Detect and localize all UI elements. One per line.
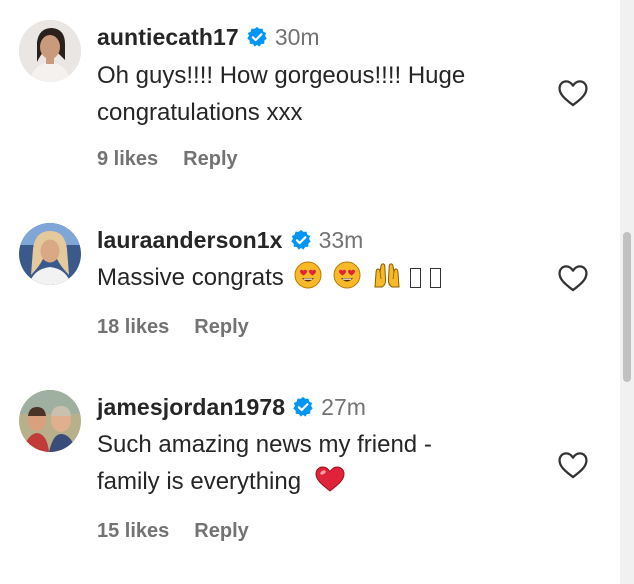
timestamp[interactable]: 33m <box>319 227 364 254</box>
likes-count[interactable]: 18 likes <box>97 316 169 339</box>
comment-header: auntiecath17 30m <box>97 20 320 54</box>
missing-glyph-box <box>410 268 422 288</box>
comment-text-line: Massive congrats <box>97 264 284 291</box>
heart-eyes-emoji <box>333 261 361 300</box>
raising-hands-emoji <box>372 261 402 300</box>
scrollbar[interactable] <box>620 0 634 584</box>
avatar[interactable] <box>19 390 81 452</box>
comment-meta: 18 likes Reply <box>97 316 249 339</box>
reply-button[interactable]: Reply <box>194 520 248 543</box>
red-heart-emoji <box>314 465 346 504</box>
avatar[interactable] <box>19 223 81 285</box>
comment-item: lauraanderson1x 33m Massive congrats 18 … <box>0 223 620 353</box>
comment-text-line: congratulations xxx <box>97 99 303 126</box>
comment-text-line: family is everything <box>97 468 302 495</box>
username[interactable]: lauraanderson1x <box>97 227 283 254</box>
like-heart-icon[interactable] <box>556 261 590 295</box>
verified-badge-icon <box>246 26 268 48</box>
comment-meta: 9 likes Reply <box>97 148 238 171</box>
verified-badge-icon <box>292 396 314 418</box>
likes-count[interactable]: 9 likes <box>97 148 158 171</box>
comment-item: jamesjordan1978 27m Such amazing news my… <box>0 390 620 560</box>
username[interactable]: auntiecath17 <box>97 24 239 51</box>
heart-eyes-emoji <box>294 261 322 300</box>
comment-text: Massive congrats <box>97 259 442 300</box>
comment-meta: 15 likes Reply <box>97 520 249 543</box>
reply-button[interactable]: Reply <box>183 148 237 171</box>
timestamp[interactable]: 27m <box>321 394 366 421</box>
comment-header: jamesjordan1978 27m <box>97 390 366 424</box>
comment-item: auntiecath17 30m Oh guys!!!! How gorgeou… <box>0 20 620 180</box>
like-heart-icon[interactable] <box>556 76 590 110</box>
verified-badge-icon <box>290 229 312 251</box>
scrollbar-thumb[interactable] <box>623 232 631 382</box>
avatar[interactable] <box>19 20 81 82</box>
comment-text-line: Such amazing news my friend - <box>97 431 432 458</box>
username[interactable]: jamesjordan1978 <box>97 394 285 421</box>
comment-text: Oh guys!!!! How gorgeous!!!! Huge congra… <box>97 57 465 131</box>
likes-count[interactable]: 15 likes <box>97 520 169 543</box>
reply-button[interactable]: Reply <box>194 316 248 339</box>
timestamp[interactable]: 30m <box>275 24 320 51</box>
like-heart-icon[interactable] <box>556 448 590 482</box>
comment-text-line: Oh guys!!!! How gorgeous!!!! Huge <box>97 62 466 89</box>
comment-text: Such amazing news my friend - family is … <box>97 426 432 504</box>
missing-glyph-box <box>430 268 442 288</box>
comment-header: lauraanderson1x 33m <box>97 223 363 257</box>
